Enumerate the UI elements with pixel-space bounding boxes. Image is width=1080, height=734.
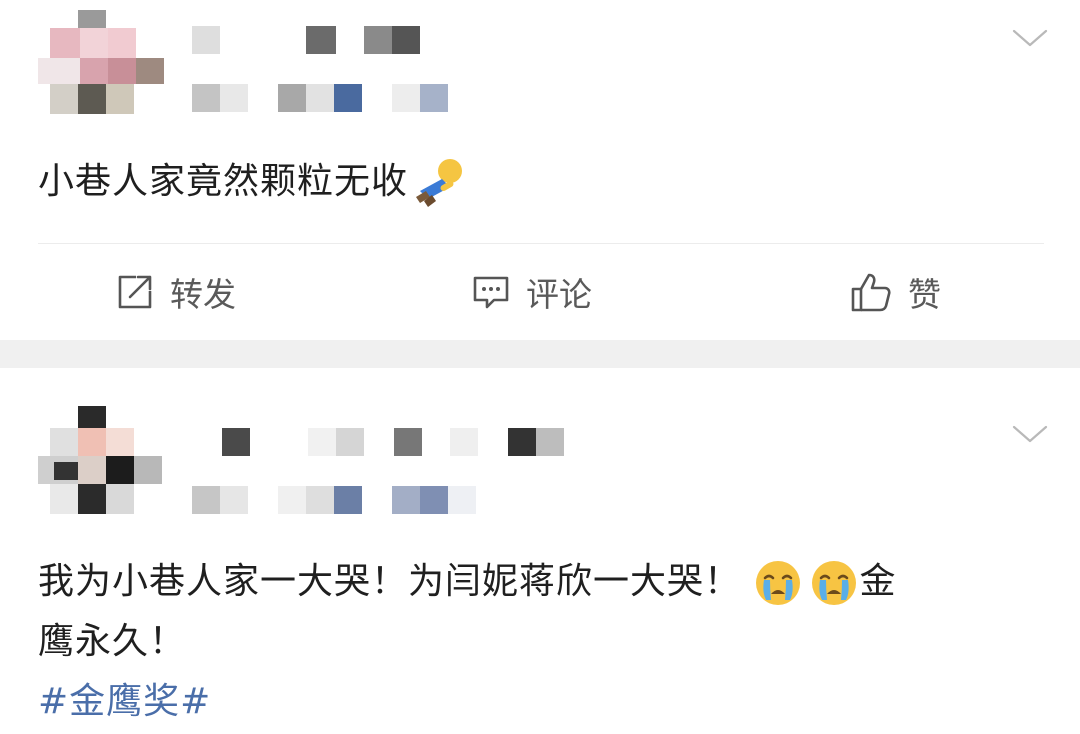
feed-post-2: 我为小巷人家一大哭！为闫妮蒋欣一大哭！ 金 鹰永久！ #金鹰奖# [0,368,1080,734]
post-text-body: 小巷人家竟然颗粒无收 [38,161,409,202]
post-text-part: 金 [859,561,897,602]
falling-person-emoji [416,159,463,207]
feed-separator [0,340,1080,368]
like-label: 赞 [908,275,941,314]
post-text-line-1: 我为小巷人家一大哭！为闫妮蒋欣一大哭！ 金 [38,556,1048,608]
comment-icon [473,276,509,309]
like-button[interactable]: 赞 [850,266,941,318]
comment-button[interactable]: 评论 [472,266,592,318]
post-text-line-2: 鹰永久！ [38,621,187,662]
share-label: 转发 [170,275,236,314]
avatar[interactable] [38,10,164,122]
topic-link[interactable]: #金鹰奖# [38,676,1048,728]
post-text-part: 我为小巷人家一大哭！为闫妮蒋欣一大哭！ [38,561,742,602]
crying-face-emoji [756,561,801,605]
chevron-down-icon[interactable] [1012,424,1048,444]
action-divider [38,243,1044,244]
username-redacted[interactable] [192,26,422,54]
comment-label: 评论 [526,275,592,314]
thumbs-up-icon [851,273,891,312]
post-meta-redacted [192,486,492,514]
feed-post-1: 小巷人家竟然颗粒无收 转发 评论 赞 [0,0,1080,340]
crying-face-emoji [812,561,857,605]
post-meta-redacted [192,84,452,112]
share-icon [118,275,152,309]
share-button[interactable]: 转发 [116,266,236,318]
username-redacted[interactable] [222,428,572,456]
post-text: 小巷人家竟然颗粒无收 [38,156,468,209]
avatar[interactable] [38,406,162,518]
post-text: 我为小巷人家一大哭！为闫妮蒋欣一大哭！ 金 鹰永久！ #金鹰奖# [38,556,1048,728]
chevron-down-icon[interactable] [1012,28,1048,48]
